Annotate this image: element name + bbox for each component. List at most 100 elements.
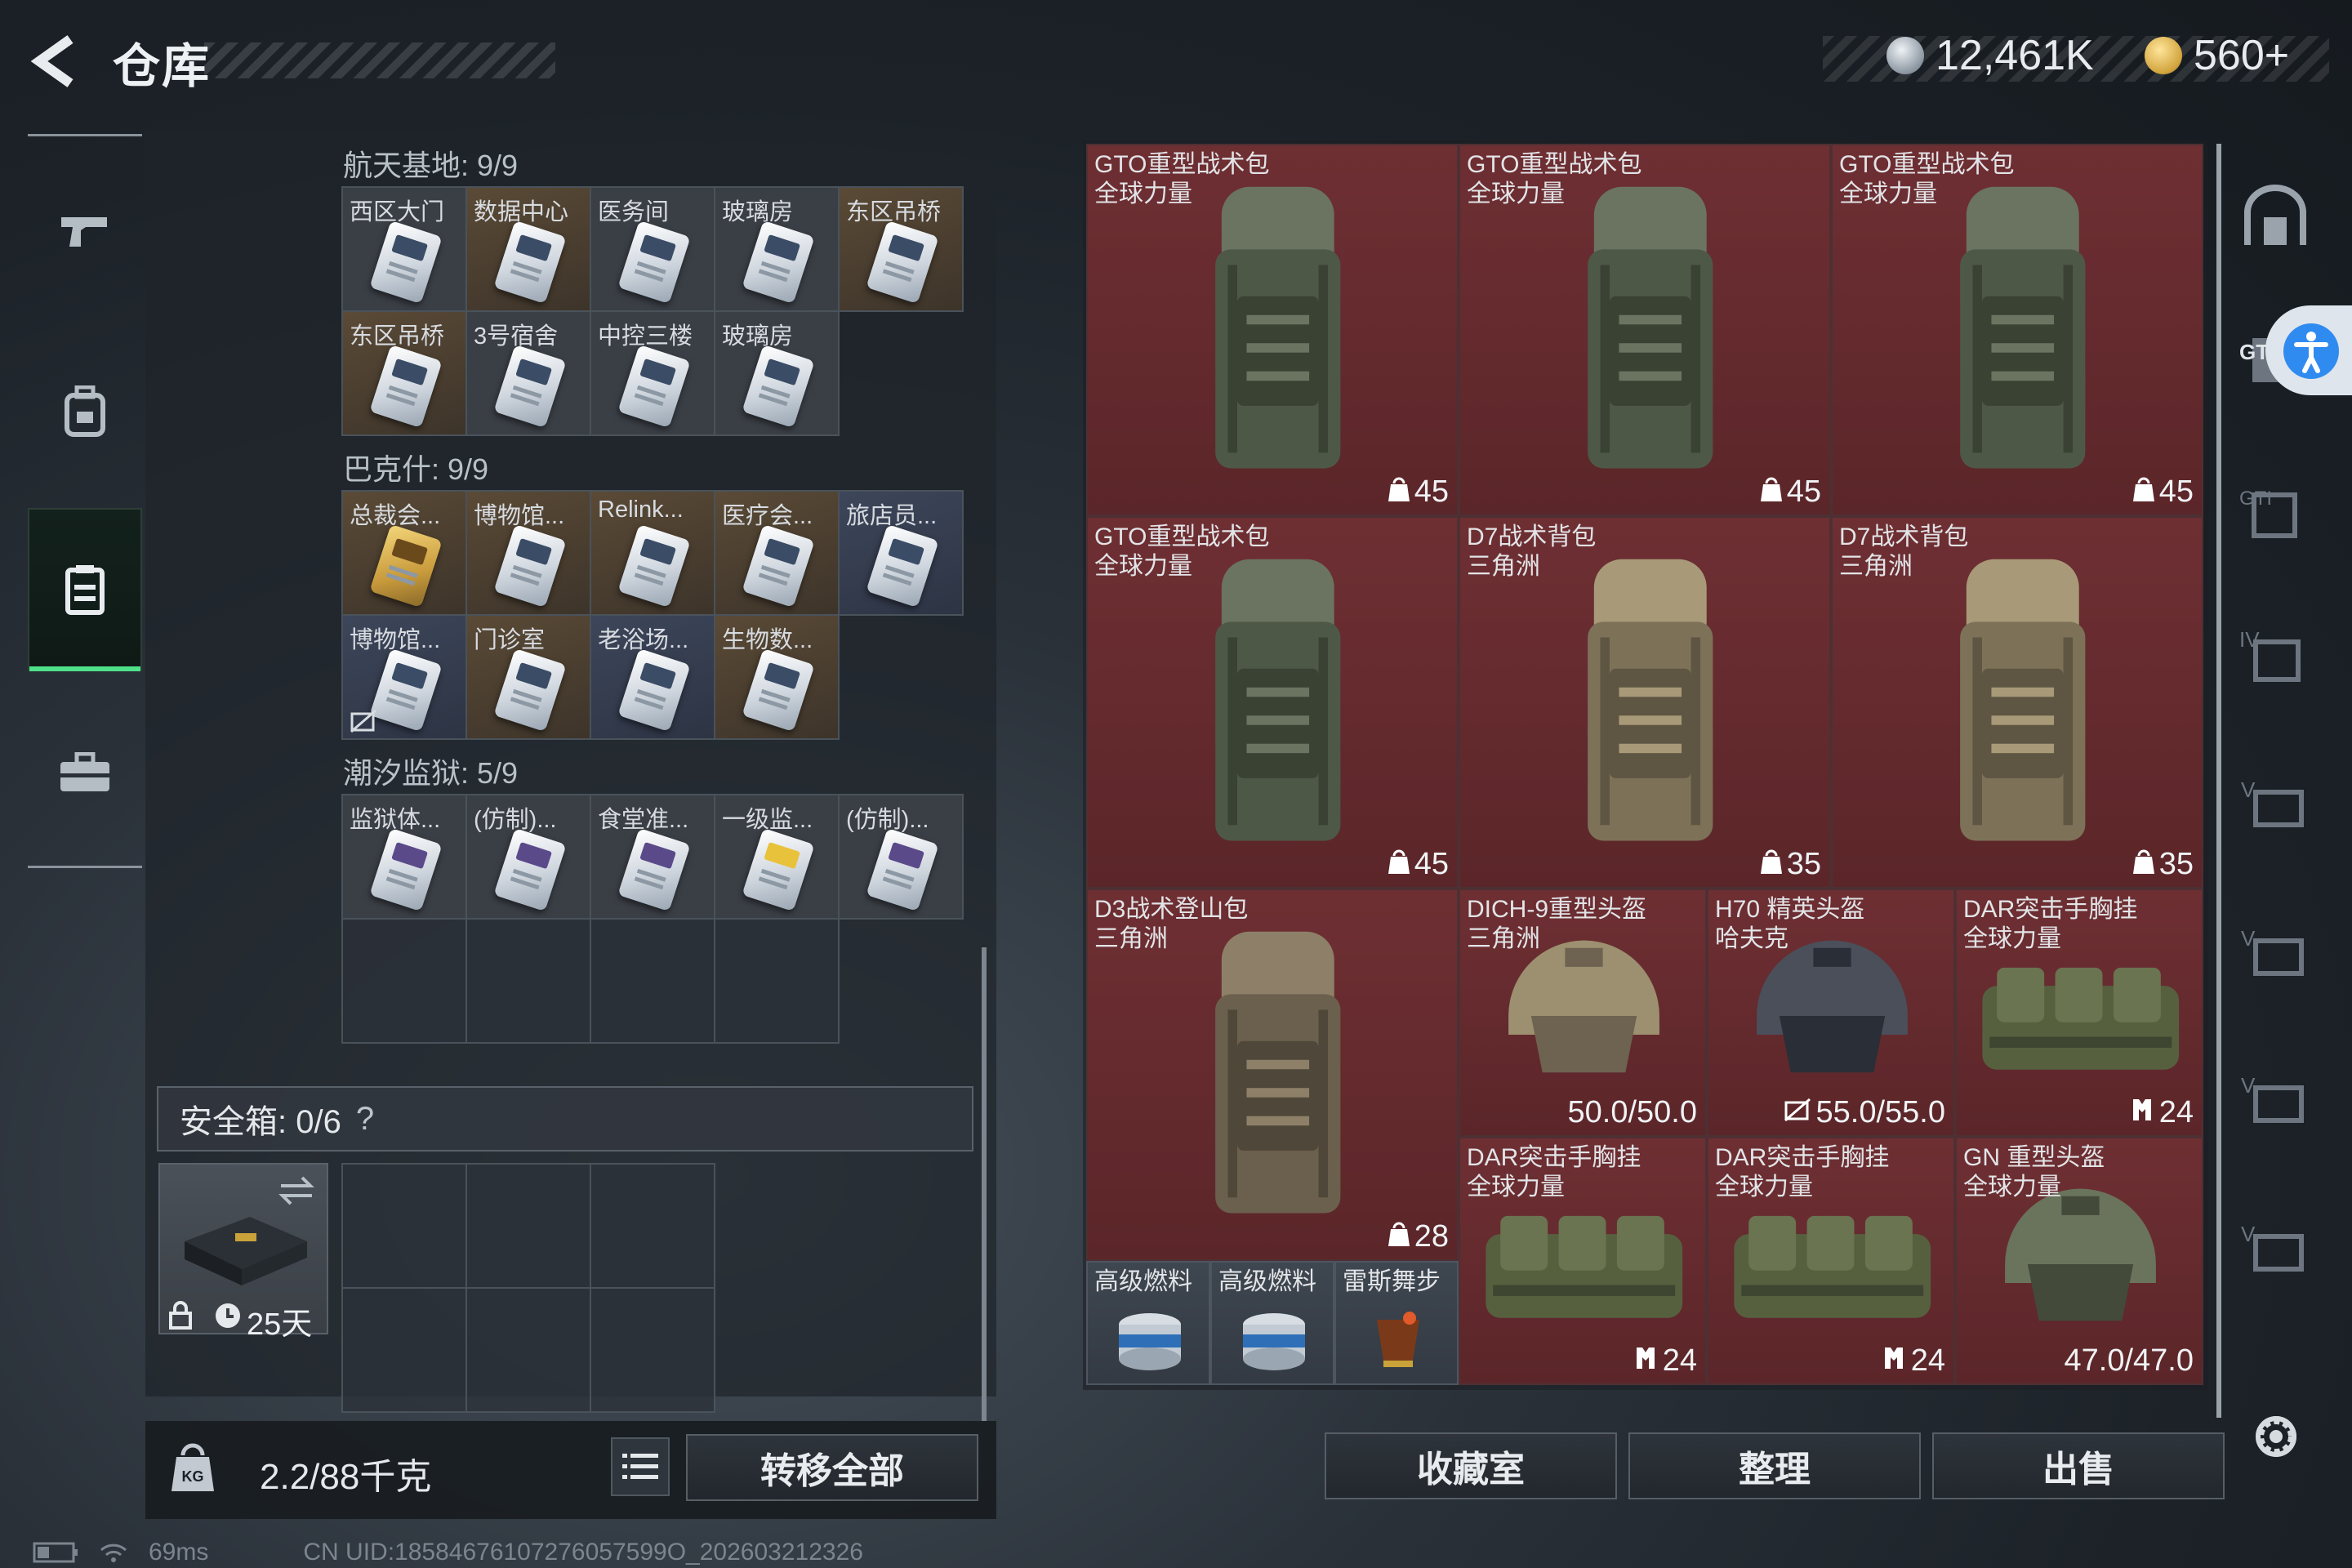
keycard-slot[interactable]: (仿制)... bbox=[840, 795, 964, 920]
storage-item[interactable]: GN 重型头盔 全球力量 47.0/47.0 bbox=[1955, 1137, 2203, 1385]
keycard-slot[interactable]: 博物馆... bbox=[467, 492, 591, 616]
storage-item[interactable]: 高级燃料 bbox=[1210, 1261, 1334, 1385]
storage-tab-v-2-icon[interactable]: V bbox=[2236, 920, 2314, 985]
storage-item[interactable]: D7战术背包 三角洲 35 bbox=[1831, 516, 2203, 889]
storage-item[interactable]: 高级燃料 bbox=[1086, 1261, 1210, 1385]
item-value-text: 45 bbox=[1786, 474, 1821, 509]
nav-weapons[interactable] bbox=[28, 152, 142, 315]
storage-tab-v-3-icon[interactable]: V bbox=[2236, 1067, 2314, 1132]
storage-item[interactable]: GTO重型战术包 全球力量 45 bbox=[1831, 144, 2203, 516]
wifi-icon bbox=[100, 1544, 127, 1562]
storage-item[interactable]: DAR突击手胸挂 全球力量 24 bbox=[1459, 1137, 1707, 1385]
storage-item[interactable]: GTO重型战术包 全球力量 45 bbox=[1459, 144, 1831, 516]
storage-item[interactable]: DICH-9重型头盔 三角洲 50.0/50.0 bbox=[1459, 889, 1707, 1137]
empty-slot[interactable] bbox=[591, 1165, 715, 1289]
keycard-slot[interactable]: 玻璃房 bbox=[715, 312, 840, 436]
storage-item[interactable]: GTO重型战术包 全球力量 45 bbox=[1086, 516, 1459, 889]
keycard-slot[interactable]: 博物馆... bbox=[343, 616, 467, 740]
keycard-slot[interactable]: 门诊室 bbox=[467, 616, 591, 740]
keycard-slot[interactable]: 医务间 bbox=[591, 188, 715, 312]
keycard-slot[interactable]: 西区大门 bbox=[343, 188, 467, 312]
currency-gold[interactable]: 560+ bbox=[2145, 31, 2289, 80]
safebox-item[interactable]: 25天 bbox=[158, 1163, 328, 1342]
sell-button[interactable]: 出售 bbox=[1932, 1432, 2225, 1499]
storage-item[interactable]: DAR突击手胸挂 全球力量 24 bbox=[1707, 1137, 1955, 1385]
storage-item[interactable]: D3战术登山包 三角洲 28 bbox=[1086, 889, 1459, 1261]
coins-amount: 12,461K bbox=[1936, 32, 2094, 79]
panel-scrollbar[interactable] bbox=[982, 947, 987, 1421]
keycard-slot[interactable]: 食堂准... bbox=[591, 795, 715, 920]
svg-text:GTI: GTI bbox=[2239, 488, 2272, 510]
vault-tab-icon[interactable] bbox=[2236, 185, 2314, 250]
storage-item[interactable]: 雷斯舞步 bbox=[1334, 1261, 1459, 1385]
organize-button[interactable]: 整理 bbox=[1628, 1432, 1921, 1499]
back-arrow-icon[interactable] bbox=[28, 33, 85, 90]
list-view-button[interactable] bbox=[611, 1437, 670, 1496]
keycard-icon bbox=[493, 523, 567, 608]
item-name: GTO重型战术包 全球力量 bbox=[1094, 151, 1270, 207]
accessibility-button[interactable] bbox=[2265, 305, 2352, 395]
storage-scrollbar[interactable] bbox=[2216, 144, 2221, 1418]
storage-tab-v-4-icon[interactable]: V bbox=[2236, 1215, 2314, 1281]
weight-value: 2.2/88千克 bbox=[260, 1457, 432, 1497]
keycard-icon bbox=[866, 523, 939, 608]
nav-backpack[interactable] bbox=[28, 330, 142, 493]
empty-slot[interactable] bbox=[715, 920, 840, 1044]
item-name: D7战术背包 三角洲 bbox=[1839, 523, 1969, 580]
keycard-icon bbox=[369, 220, 443, 305]
keycard-slot[interactable]: 中控三楼 bbox=[591, 312, 715, 436]
empty-slot[interactable] bbox=[467, 920, 591, 1044]
page-title: 仓库 bbox=[113, 40, 212, 93]
currency-coins[interactable]: 12,461K bbox=[1886, 31, 2094, 80]
keycard-slot[interactable]: Relink... bbox=[591, 492, 715, 616]
storage-tab-v-icon[interactable]: V bbox=[2236, 771, 2314, 836]
keycard-slot[interactable]: 旅店员... bbox=[840, 492, 964, 616]
storage-item[interactable]: DAR突击手胸挂 全球力量 24 bbox=[1955, 889, 2203, 1137]
keycard-icon bbox=[742, 523, 815, 608]
collection-room-button[interactable]: 收藏室 bbox=[1325, 1432, 1617, 1499]
keycard-slot[interactable]: 监狱体... bbox=[343, 795, 467, 920]
keycard-icon bbox=[369, 523, 443, 608]
gold-amount: 560+ bbox=[2194, 32, 2290, 79]
empty-slot[interactable] bbox=[343, 920, 467, 1044]
item-value: 45 bbox=[1388, 474, 1449, 510]
transfer-all-button[interactable]: 转移全部 bbox=[686, 1434, 978, 1501]
keycard-slot[interactable]: (仿制)... bbox=[467, 795, 591, 920]
coin-icon bbox=[1886, 37, 1924, 74]
settings-gear-icon[interactable] bbox=[2247, 1408, 2305, 1465]
keycard-slot[interactable]: 玻璃房 bbox=[715, 188, 840, 312]
ping-text: 69ms bbox=[149, 1539, 209, 1566]
help-icon[interactable]: ? bbox=[356, 1101, 374, 1138]
nav-storage[interactable] bbox=[28, 508, 142, 671]
empty-slot[interactable] bbox=[343, 1289, 467, 1413]
storage-tab-gti-2-icon[interactable]: GTI bbox=[2236, 480, 2314, 546]
keycard-slot[interactable]: 数据中心 bbox=[467, 188, 591, 312]
nav-toolbox[interactable] bbox=[28, 691, 142, 854]
weight-kg-icon: KG bbox=[172, 1443, 214, 1491]
storage-tab-iv-icon[interactable]: IV bbox=[2236, 622, 2314, 688]
empty-slot[interactable] bbox=[467, 1289, 591, 1413]
storage-item[interactable]: GTO重型战术包 全球力量 45 bbox=[1086, 144, 1459, 516]
empty-slot[interactable] bbox=[591, 920, 715, 1044]
safebox-label: 安全箱: 0/6 bbox=[180, 1104, 341, 1140]
keycard-slot[interactable]: 老浴场... bbox=[591, 616, 715, 740]
storage-item[interactable]: H70 精英头盔 哈夫克 55.0/55.0 bbox=[1707, 889, 1955, 1137]
keycard-slot[interactable]: 一级监... bbox=[715, 795, 840, 920]
empty-slot[interactable] bbox=[591, 1289, 715, 1413]
empty-slot[interactable] bbox=[467, 1165, 591, 1289]
keycard-slot[interactable]: 总裁会... bbox=[343, 492, 467, 616]
keycard-slot[interactable]: 生物数... bbox=[715, 616, 840, 740]
keycard-label: (仿制)... bbox=[846, 807, 929, 833]
storage-item[interactable]: D7战术背包 三角洲 35 bbox=[1459, 516, 1831, 889]
storage-icon bbox=[65, 565, 105, 615]
keycard-slot[interactable]: 东区吊桥 bbox=[343, 312, 467, 436]
safebox-case-icon bbox=[185, 1217, 307, 1285]
gold-coin-icon bbox=[2145, 37, 2182, 74]
keycard-slot[interactable]: 医疗会... bbox=[715, 492, 840, 616]
item-value-icon bbox=[1760, 474, 1782, 510]
nav-divider-bottom bbox=[28, 866, 142, 868]
empty-slot[interactable] bbox=[343, 1165, 467, 1289]
keycard-slot[interactable]: 3号宿舍 bbox=[467, 312, 591, 436]
title-stripe bbox=[204, 42, 555, 78]
keycard-slot[interactable]: 东区吊桥 bbox=[840, 188, 964, 312]
